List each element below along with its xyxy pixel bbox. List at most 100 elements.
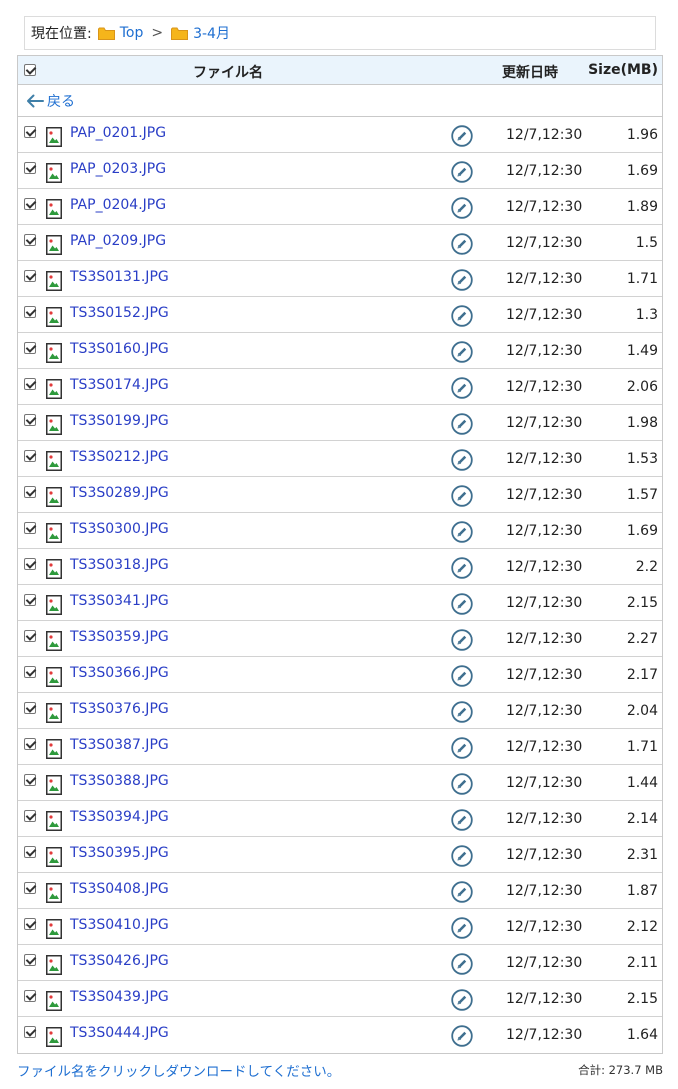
row-checkbox[interactable] (24, 306, 36, 318)
file-name-link[interactable]: TS3S0300.JPG (70, 521, 169, 537)
edit-icon[interactable] (451, 305, 473, 331)
image-file-icon (46, 991, 62, 1015)
edit-icon[interactable] (451, 953, 473, 979)
column-header-date[interactable]: 更新日時 (502, 62, 558, 82)
file-name-link[interactable]: TS3S0394.JPG (70, 809, 169, 825)
edit-icon[interactable] (451, 485, 473, 511)
file-name-link[interactable]: TS3S0408.JPG (70, 881, 169, 897)
image-file-icon (46, 811, 62, 835)
back-link[interactable]: 戻る (47, 91, 75, 111)
edit-icon[interactable] (451, 737, 473, 763)
image-file-icon (46, 415, 62, 439)
edit-icon[interactable] (451, 665, 473, 691)
row-checkbox[interactable] (24, 126, 36, 138)
edit-icon[interactable] (451, 341, 473, 367)
row-checkbox[interactable] (24, 198, 36, 210)
edit-icon[interactable] (451, 701, 473, 727)
folder-icon (97, 27, 115, 40)
file-name-link[interactable]: TS3S0160.JPG (70, 341, 169, 357)
file-name-link[interactable]: TS3S0131.JPG (70, 269, 169, 285)
row-checkbox[interactable] (24, 486, 36, 498)
modified-date: 12/7,12:30 (506, 883, 583, 899)
file-name-link[interactable]: TS3S0289.JPG (70, 485, 169, 501)
row-checkbox[interactable] (24, 630, 36, 642)
file-name-link[interactable]: TS3S0410.JPG (70, 917, 169, 933)
row-checkbox[interactable] (24, 954, 36, 966)
row-checkbox[interactable] (24, 810, 36, 822)
row-checkbox[interactable] (24, 378, 36, 390)
modified-date: 12/7,12:30 (506, 163, 583, 179)
file-name-link[interactable]: PAP_0204.JPG (70, 197, 166, 213)
breadcrumb-item-top[interactable]: Top (92, 25, 144, 41)
row-checkbox[interactable] (24, 234, 36, 246)
edit-icon[interactable] (451, 881, 473, 907)
edit-icon[interactable] (451, 161, 473, 187)
file-name-link[interactable]: PAP_0203.JPG (70, 161, 166, 177)
file-name-link[interactable]: TS3S0444.JPG (70, 1025, 169, 1041)
row-checkbox[interactable] (24, 522, 36, 534)
file-name-link[interactable]: PAP_0201.JPG (70, 125, 166, 141)
file-name-link[interactable]: TS3S0212.JPG (70, 449, 169, 465)
row-checkbox[interactable] (24, 990, 36, 1002)
file-name-link[interactable]: PAP_0209.JPG (70, 233, 166, 249)
file-name-link[interactable]: TS3S0388.JPG (70, 773, 169, 789)
modified-date: 12/7,12:30 (506, 739, 583, 755)
file-name-link[interactable]: TS3S0341.JPG (70, 593, 169, 609)
row-checkbox[interactable] (24, 162, 36, 174)
edit-icon[interactable] (451, 593, 473, 619)
table-row: TS3S0300.JPG 12/7,12:30 1.69 (18, 513, 662, 549)
file-name-link[interactable]: TS3S0174.JPG (70, 377, 169, 393)
row-checkbox[interactable] (24, 666, 36, 678)
breadcrumb-item-label[interactable]: 3-4月 (193, 23, 230, 43)
back-row[interactable]: 戻る (18, 85, 662, 117)
edit-icon[interactable] (451, 377, 473, 403)
row-checkbox[interactable] (24, 558, 36, 570)
row-checkbox[interactable] (24, 342, 36, 354)
row-checkbox[interactable] (24, 774, 36, 786)
edit-icon[interactable] (451, 233, 473, 259)
edit-icon[interactable] (451, 1025, 473, 1051)
edit-icon[interactable] (451, 197, 473, 223)
row-checkbox[interactable] (24, 918, 36, 930)
edit-icon[interactable] (451, 269, 473, 295)
table-row: TS3S0388.JPG 12/7,12:30 1.44 (18, 765, 662, 801)
edit-icon[interactable] (451, 449, 473, 475)
file-name-link[interactable]: TS3S0199.JPG (70, 413, 169, 429)
edit-icon[interactable] (451, 809, 473, 835)
row-checkbox[interactable] (24, 270, 36, 282)
edit-icon[interactable] (451, 845, 473, 871)
file-size: 2.15 (626, 595, 658, 611)
row-checkbox[interactable] (24, 846, 36, 858)
table-header: ファイル名 更新日時 Size(MB) (18, 56, 662, 85)
edit-icon[interactable] (451, 413, 473, 439)
file-name-link[interactable]: TS3S0395.JPG (70, 845, 169, 861)
edit-icon[interactable] (451, 629, 473, 655)
row-checkbox[interactable] (24, 738, 36, 750)
row-checkbox[interactable] (24, 414, 36, 426)
column-header-name[interactable]: ファイル名 (18, 62, 438, 82)
row-checkbox[interactable] (24, 594, 36, 606)
file-name-link[interactable]: TS3S0366.JPG (70, 665, 169, 681)
edit-icon[interactable] (451, 125, 473, 151)
file-name-link[interactable]: TS3S0439.JPG (70, 989, 169, 1005)
edit-icon[interactable] (451, 557, 473, 583)
file-name-link[interactable]: TS3S0387.JPG (70, 737, 169, 753)
breadcrumb-item-label[interactable]: Top (120, 25, 144, 41)
breadcrumb-item-current[interactable]: 3-4月 (171, 23, 230, 43)
row-checkbox[interactable] (24, 702, 36, 714)
file-name-link[interactable]: TS3S0152.JPG (70, 305, 169, 321)
file-name-link[interactable]: TS3S0376.JPG (70, 701, 169, 717)
row-checkbox[interactable] (24, 450, 36, 462)
edit-icon[interactable] (451, 989, 473, 1015)
edit-icon[interactable] (451, 521, 473, 547)
edit-icon[interactable] (451, 773, 473, 799)
row-checkbox[interactable] (24, 882, 36, 894)
column-header-size[interactable]: Size(MB) (588, 62, 658, 78)
table-row: TS3S0174.JPG 12/7,12:30 2.06 (18, 369, 662, 405)
file-name-link[interactable]: TS3S0318.JPG (70, 557, 169, 573)
row-checkbox[interactable] (24, 1026, 36, 1038)
file-name-link[interactable]: TS3S0359.JPG (70, 629, 169, 645)
file-name-link[interactable]: TS3S0426.JPG (70, 953, 169, 969)
table-row: TS3S0341.JPG 12/7,12:30 2.15 (18, 585, 662, 621)
edit-icon[interactable] (451, 917, 473, 943)
